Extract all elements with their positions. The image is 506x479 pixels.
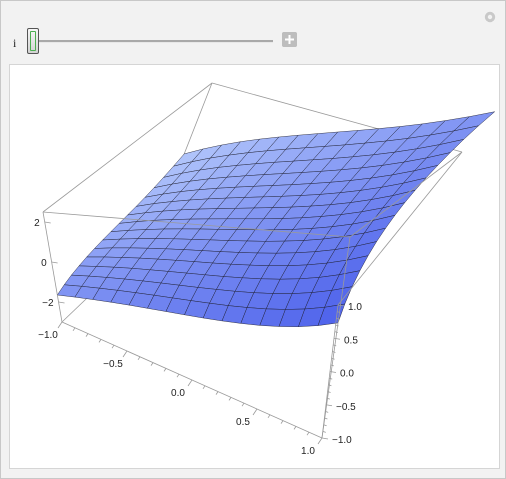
y-tick-label: 1.0 <box>348 302 362 313</box>
slider-thumb[interactable] <box>27 28 39 54</box>
y-minor-tick <box>334 331 338 333</box>
z-tick-mark <box>51 261 58 264</box>
z-tick-label: −2 <box>42 298 54 309</box>
x-tick-mark <box>187 379 193 387</box>
x-minor-tick <box>293 426 297 430</box>
x-minor-tick <box>280 420 284 424</box>
x-tick-mark <box>122 350 128 358</box>
plot-panel: −1.0 −0.5 0.0 0.5 1.0 −1.0 −0.5 0.0 0.5 1.0 2 0 −2 <box>9 64 500 469</box>
z-tick-label: 2 <box>34 218 40 229</box>
y-minor-tick <box>331 357 335 360</box>
control-row: i <box>1 23 505 57</box>
x-minor-tick <box>306 431 310 436</box>
x-minor-tick <box>202 385 206 390</box>
y-tick-mark <box>321 437 329 440</box>
x-tick-label: 1.0 <box>301 446 315 457</box>
x-minor-tick <box>228 397 232 401</box>
x-minor-tick <box>111 344 115 349</box>
y-tick-label: 0.5 <box>344 335 358 346</box>
x-minor-tick <box>72 327 76 332</box>
y-tick-label: −0.5 <box>336 402 356 413</box>
z-tick-label: 0 <box>41 258 47 269</box>
y-minor-tick <box>332 351 336 353</box>
surface-plot[interactable]: −1.0 −0.5 0.0 0.5 1.0 −1.0 −0.5 0.0 0.5 1.0 2 0 −2 <box>10 65 499 468</box>
x-minor-tick <box>85 333 89 337</box>
z-tick-mark <box>58 301 65 304</box>
x-tick-label: 0.0 <box>171 388 185 399</box>
x-minor-tick <box>267 414 271 419</box>
y-minor-tick <box>333 344 337 347</box>
x-minor-tick <box>215 391 219 395</box>
y-minor-tick <box>328 384 332 387</box>
y-minor-tick <box>335 324 339 327</box>
x-minor-tick <box>98 339 102 343</box>
variable-label: i <box>13 36 17 50</box>
x-minor-tick <box>137 356 141 361</box>
y-tick-mark <box>333 337 341 340</box>
y-tick-label: 0.0 <box>340 369 354 380</box>
y-minor-tick <box>330 364 334 367</box>
gear-icon[interactable] <box>484 11 496 23</box>
x-tick-label: −1.0 <box>38 330 58 341</box>
x-tick-label: 0.5 <box>236 417 250 428</box>
x-minor-tick <box>241 402 245 407</box>
x-tick-mark <box>57 321 63 329</box>
x-minor-tick <box>163 368 167 372</box>
slider-track[interactable] <box>33 40 273 43</box>
x-tick-label: −0.5 <box>103 359 123 370</box>
manipulate-panel: i −1.0 −0.5 0.0 0.5 1.0 −1.0 −0.5 0.0 0.5 1.0 2 0 −2 <box>0 0 506 479</box>
y-tick-label: −1.0 <box>332 435 352 446</box>
z-tick-mark <box>44 221 51 224</box>
x-minor-tick <box>176 373 180 378</box>
y-minor-tick <box>322 430 326 433</box>
x-tick-mark <box>252 408 258 416</box>
x-tick-mark <box>317 437 323 445</box>
x-minor-tick <box>150 362 154 366</box>
y-minor-tick <box>329 377 333 380</box>
plus-icon[interactable] <box>282 32 297 47</box>
